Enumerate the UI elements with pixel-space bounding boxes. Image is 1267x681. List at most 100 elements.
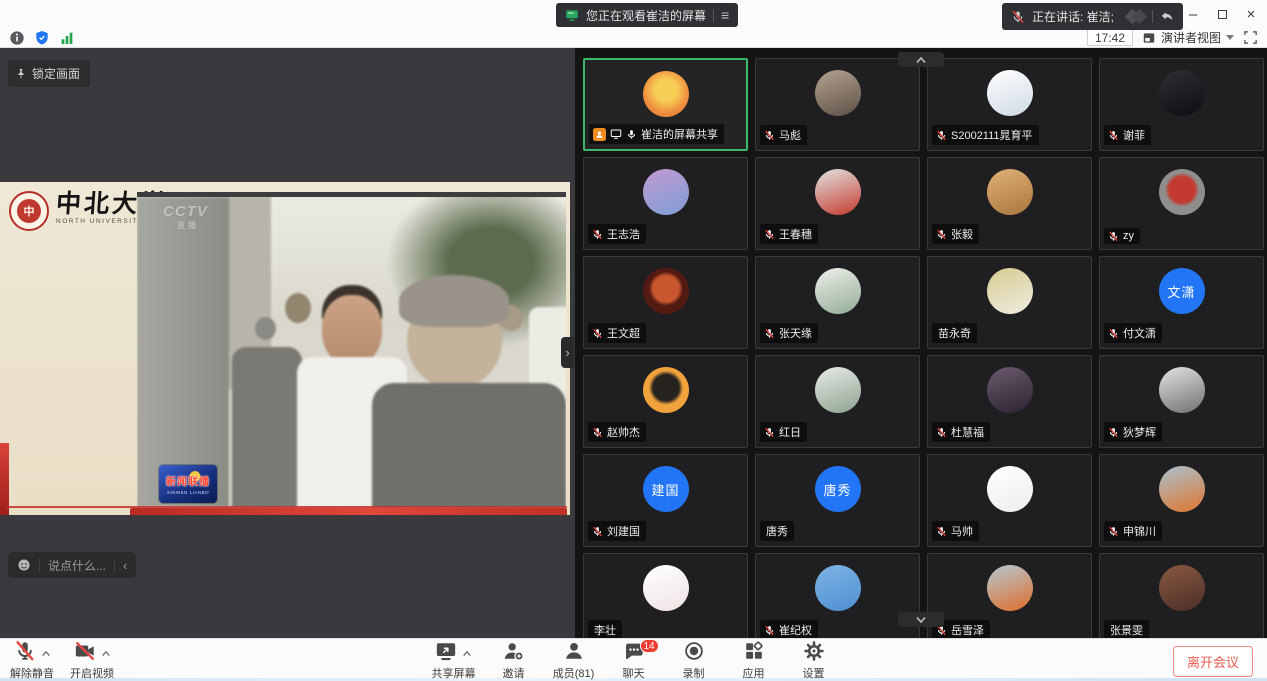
participant-tile[interactable]: 赵帅杰	[583, 355, 748, 448]
maximize-button[interactable]	[1212, 5, 1232, 23]
mic-muted-icon	[764, 229, 775, 240]
participant-avatar	[815, 169, 861, 215]
participant-avatar	[987, 70, 1033, 116]
participant-tile[interactable]: 文潇付文潇	[1099, 256, 1264, 349]
toolbar-unmute-button[interactable]: 解除静音	[10, 642, 54, 681]
chevron-up-icon[interactable]	[462, 644, 472, 662]
mic-muted-icon	[764, 130, 775, 141]
apps-icon	[743, 640, 765, 667]
toolbar-invite-button[interactable]: 邀请	[492, 642, 536, 681]
participant-tile[interactable]: 申锦川	[1099, 454, 1264, 547]
mic-muted-icon	[764, 625, 775, 636]
participant-name: 王文超	[607, 325, 640, 341]
info-icon[interactable]	[9, 30, 25, 46]
network-signal-icon[interactable]	[59, 30, 75, 46]
screen-share-tile[interactable]: 崔洁的屏幕共享	[583, 58, 748, 151]
mic-muted-icon	[1108, 328, 1119, 339]
close-button[interactable]: ×	[1241, 5, 1261, 23]
screen-share-green-icon	[565, 8, 579, 22]
participant-tile[interactable]: 王志浩	[583, 157, 748, 250]
participant-tile[interactable]: zy	[1099, 157, 1264, 250]
view-mode-label: 演讲者视图	[1161, 29, 1221, 46]
security-shield-icon[interactable]	[34, 30, 50, 46]
participant-label: 王志浩	[588, 224, 646, 244]
participant-label: 王文超	[588, 323, 646, 343]
participant-tile[interactable]: 建国刘建国	[583, 454, 748, 547]
participant-tile[interactable]: 谢菲	[1099, 58, 1264, 151]
participant-label: zy	[1104, 228, 1140, 244]
participant-label: 马彪	[760, 125, 807, 145]
participant-avatar	[1159, 466, 1205, 512]
participant-name: 谢菲	[1123, 127, 1145, 143]
participant-name: 崔纪权	[779, 622, 812, 638]
participant-tile[interactable]: 李壮	[583, 553, 748, 638]
shared-slide: 中 中北大学 NORTH UNIVERSITY OF CHINA	[0, 182, 570, 515]
participant-tile[interactable]: 红日	[755, 355, 920, 448]
participant-name: 赵帅杰	[607, 424, 640, 440]
participant-grid: 崔洁的屏幕共享 马彪 S2002111晁育平谢菲王志浩 王春穗 张毅 zy 王文超 张天缘苗永…	[583, 58, 1267, 638]
panel-expand-handle[interactable]: ›	[561, 337, 574, 368]
participant-tile[interactable]: 马帅	[927, 454, 1092, 547]
emoji-icon[interactable]	[17, 558, 31, 572]
participant-tile[interactable]: 张毅	[927, 157, 1092, 250]
invite-icon	[503, 640, 525, 667]
participant-label: 赵帅杰	[588, 422, 646, 442]
toolbar-apps-button[interactable]: 应用	[732, 642, 776, 681]
participant-tile[interactable]: 狄梦辉	[1099, 355, 1264, 448]
leave-meeting-button[interactable]: 离开会议	[1173, 646, 1253, 677]
participant-tile[interactable]: 马彪	[755, 58, 920, 151]
watching-banner-text: 您正在观看崔洁的屏幕	[586, 7, 706, 24]
minimize-button[interactable]: –	[1183, 5, 1203, 23]
participant-name: 张毅	[951, 226, 973, 242]
scroll-up-chevron[interactable]	[898, 52, 944, 67]
chevron-up-icon[interactable]	[41, 644, 51, 662]
participant-avatar	[987, 169, 1033, 215]
lock-view-button[interactable]: 锁定画面	[8, 60, 90, 87]
participant-label: 申锦川	[1104, 521, 1162, 541]
speaking-banner: 正在讲话: 崔洁;	[1002, 3, 1183, 30]
participant-avatar: 建国	[643, 466, 689, 512]
participant-label: 杜慧福	[932, 422, 990, 442]
share-screen-icon	[435, 640, 457, 667]
fullscreen-icon[interactable]	[1243, 30, 1258, 45]
meeting-timer: 17:42	[1087, 29, 1133, 46]
toolbar-label: 应用	[743, 665, 765, 681]
scroll-down-chevron[interactable]	[898, 612, 944, 627]
participant-name: 唐秀	[766, 523, 788, 539]
banner-menu-icon[interactable]: ≡	[721, 8, 729, 22]
chevron-up-icon[interactable]	[101, 644, 111, 662]
participant-tile[interactable]: 王春穗	[755, 157, 920, 250]
participant-tile[interactable]: 张天缘	[755, 256, 920, 349]
participant-tile[interactable]: 苗永奇	[927, 256, 1092, 349]
participant-label: 王春穗	[760, 224, 818, 244]
reply-arrow-icon[interactable]	[1160, 10, 1174, 24]
banner-divider	[1152, 10, 1153, 23]
toolbar-left-group: 解除静音开启视频	[10, 642, 114, 681]
toolbar-share-screen-button[interactable]: 共享屏幕	[432, 642, 476, 681]
participant-tile[interactable]: 崔纪权	[755, 553, 920, 638]
participant-tile[interactable]: 唐秀唐秀	[755, 454, 920, 547]
participant-avatar	[987, 367, 1033, 413]
view-mode-selector[interactable]: 演讲者视图	[1142, 29, 1234, 46]
toolbar-start-video-button[interactable]: 开启视频	[70, 642, 114, 681]
main-area: 锁定画面 中 中北大学 NORTH UNIVERSITY OF CHINA	[0, 48, 1267, 638]
participant-tile[interactable]: 王文超	[583, 256, 748, 349]
mic-muted-icon	[936, 427, 947, 438]
record-icon	[683, 640, 705, 667]
participant-tile[interactable]: 岳雪泽	[927, 553, 1092, 638]
participant-tile[interactable]: 张景雯	[1099, 553, 1264, 638]
participant-label: 李壮	[588, 620, 622, 638]
toolbar-record-button[interactable]: 录制	[672, 642, 716, 681]
participant-avatar	[1159, 565, 1205, 611]
quick-chat-bar[interactable]: 说点什么... ‹	[8, 552, 136, 578]
toolbar-members-button[interactable]: 成员(81)	[552, 642, 596, 681]
participant-tile[interactable]: 杜慧福	[927, 355, 1092, 448]
toolbar-chat-button[interactable]: 14聊天	[612, 642, 656, 681]
participant-avatar	[643, 71, 689, 117]
participant-tile[interactable]: S2002111晁育平	[927, 58, 1092, 151]
slide-red-ribbon	[130, 508, 567, 515]
quick-chat-input[interactable]: 说点什么...	[48, 557, 106, 574]
participant-name: 崔洁的屏幕共享	[641, 126, 718, 142]
quick-chat-collapse[interactable]: ‹	[123, 559, 127, 572]
toolbar-settings-button[interactable]: 设置	[792, 642, 836, 681]
